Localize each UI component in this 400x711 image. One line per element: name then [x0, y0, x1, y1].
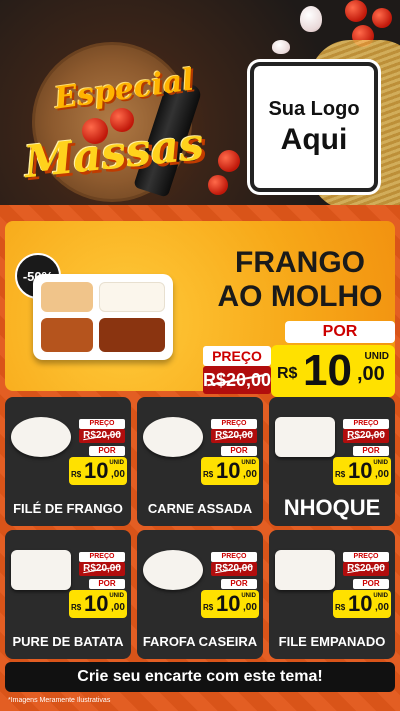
garlic-image	[300, 6, 322, 32]
price-decimal: ,00	[357, 363, 385, 385]
unit-label: UNID	[241, 593, 256, 599]
product-card: PREÇO R$20,00 POR R$10,00 UNID CARNE ASSA…	[137, 397, 263, 526]
dish-image	[143, 550, 203, 590]
price-decimal: ,00	[243, 602, 257, 613]
price-label: PREÇO	[203, 346, 271, 366]
unit-label: UNID	[373, 460, 388, 466]
logo-text-line1: Sua Logo	[268, 97, 360, 120]
product-name: FILÉ DE FRANGO	[13, 501, 123, 516]
footer-note: *Imagens Meramente Ilustrativas	[8, 697, 111, 704]
new-price: R$ 10,00 UNID	[69, 457, 127, 485]
dish-image	[11, 550, 71, 590]
dish-image	[275, 417, 335, 457]
old-price: R$20,00	[343, 562, 389, 576]
product-name: PURE DE BATATA	[12, 634, 124, 649]
new-price: R$ 10,00 UNID	[201, 457, 259, 485]
old-price: R$20,00	[79, 562, 125, 576]
product-card: PREÇO R$20,00 POR R$10,00 UNID FILE EMPAN…	[269, 530, 395, 659]
old-price: R$20,00	[79, 429, 125, 443]
currency: R$	[203, 603, 214, 612]
dish-image	[275, 550, 335, 590]
price-decimal: ,00	[111, 602, 125, 613]
price-label: PREÇO	[79, 552, 125, 562]
price-label: PREÇO	[343, 552, 389, 562]
old-price: R$20,00	[211, 562, 257, 576]
unit-label: UNID	[109, 460, 124, 466]
currency: R$	[71, 603, 82, 612]
price-integer: 10	[348, 591, 373, 616]
price-integer: 10	[216, 591, 241, 616]
product-name: CARNE ASSADA	[147, 501, 253, 516]
price-label: PREÇO	[211, 419, 257, 429]
new-price: R$ 10 ,00 UNID	[271, 345, 395, 397]
por-label: POR	[353, 579, 389, 589]
product-card: PREÇO R$20,00 POR R$10,00 UNID FILÉ DE FR…	[5, 397, 131, 526]
price-label: PREÇO	[343, 419, 389, 429]
tomato-image	[218, 150, 240, 172]
currency: R$	[335, 603, 346, 612]
price-decimal: ,00	[375, 602, 389, 613]
old-price: R$20,00	[343, 429, 389, 443]
price-integer: 10	[348, 458, 373, 483]
product-card: PREÇO R$20,00 POR R$10,00 UNID FAROFA CAS…	[137, 530, 263, 659]
featured-product-name: FRANGO AO MOLHO	[205, 246, 395, 314]
old-price: R$20,00	[211, 429, 257, 443]
product-card: PREÇO R$20,00 POR R$10,00 UNID NHOQUE	[269, 397, 395, 526]
por-label: POR	[89, 446, 125, 456]
currency: R$	[277, 365, 298, 382]
currency: R$	[335, 470, 346, 479]
price-integer: 10	[84, 591, 109, 616]
cta-button[interactable]: Crie seu encarte com este tema!	[5, 662, 395, 692]
header-banner: Especial Massas Sua Logo Aqui	[0, 0, 400, 205]
por-label: POR	[89, 579, 125, 589]
dish-image	[143, 417, 203, 457]
featured-name-line1: FRANGO	[235, 246, 365, 279]
tomato-image	[372, 8, 392, 28]
currency: R$	[203, 470, 214, 479]
product-name: FAROFA CASEIRA	[142, 634, 258, 649]
featured-offer: -50% FRANGO AO MOLHO PREÇO R$20,00 POR R…	[5, 221, 395, 397]
price-integer: 10	[216, 458, 241, 483]
price-integer: 10	[84, 458, 109, 483]
new-price: R$ 10,00 UNID	[333, 590, 391, 618]
unit-label: UNID	[373, 593, 388, 599]
unit-label: UNID	[241, 460, 256, 466]
garlic-image	[272, 40, 290, 54]
price-decimal: ,00	[111, 469, 125, 480]
product-name: FILE EMPANADO	[278, 634, 386, 649]
new-price: R$ 10,00 UNID	[201, 590, 259, 618]
tomato-image	[345, 0, 367, 22]
featured-name-line2: AO MOLHO	[217, 280, 383, 313]
price-integer: 10	[303, 346, 352, 395]
dish-image	[11, 417, 71, 457]
new-price: R$ 10,00 UNID	[333, 457, 391, 485]
currency: R$	[71, 470, 82, 479]
new-price: R$ 10,00 UNID	[69, 590, 127, 618]
price-label: PREÇO	[211, 552, 257, 562]
logo-text-line2: Aqui	[280, 122, 348, 156]
tomato-image	[208, 175, 228, 195]
price-label: PREÇO	[79, 419, 125, 429]
por-label: POR	[221, 446, 257, 456]
flyer-page: Especial Massas Sua Logo Aqui -50% FRANG…	[0, 0, 400, 711]
old-price: R$20,00	[203, 366, 271, 394]
logo-placeholder: Sua Logo Aqui	[250, 62, 378, 192]
por-label: POR	[221, 579, 257, 589]
price-decimal: ,00	[375, 469, 389, 480]
por-label: POR	[353, 446, 389, 456]
product-card: PREÇO R$20,00 POR R$10,00 UNID PURE DE BA…	[5, 530, 131, 659]
food-tray-image	[33, 274, 173, 360]
unit-label: UNID	[109, 593, 124, 599]
por-label: POR	[285, 321, 395, 343]
unit-label: UNID	[364, 351, 389, 362]
price-decimal: ,00	[243, 469, 257, 480]
product-name: NHOQUE	[283, 495, 381, 520]
